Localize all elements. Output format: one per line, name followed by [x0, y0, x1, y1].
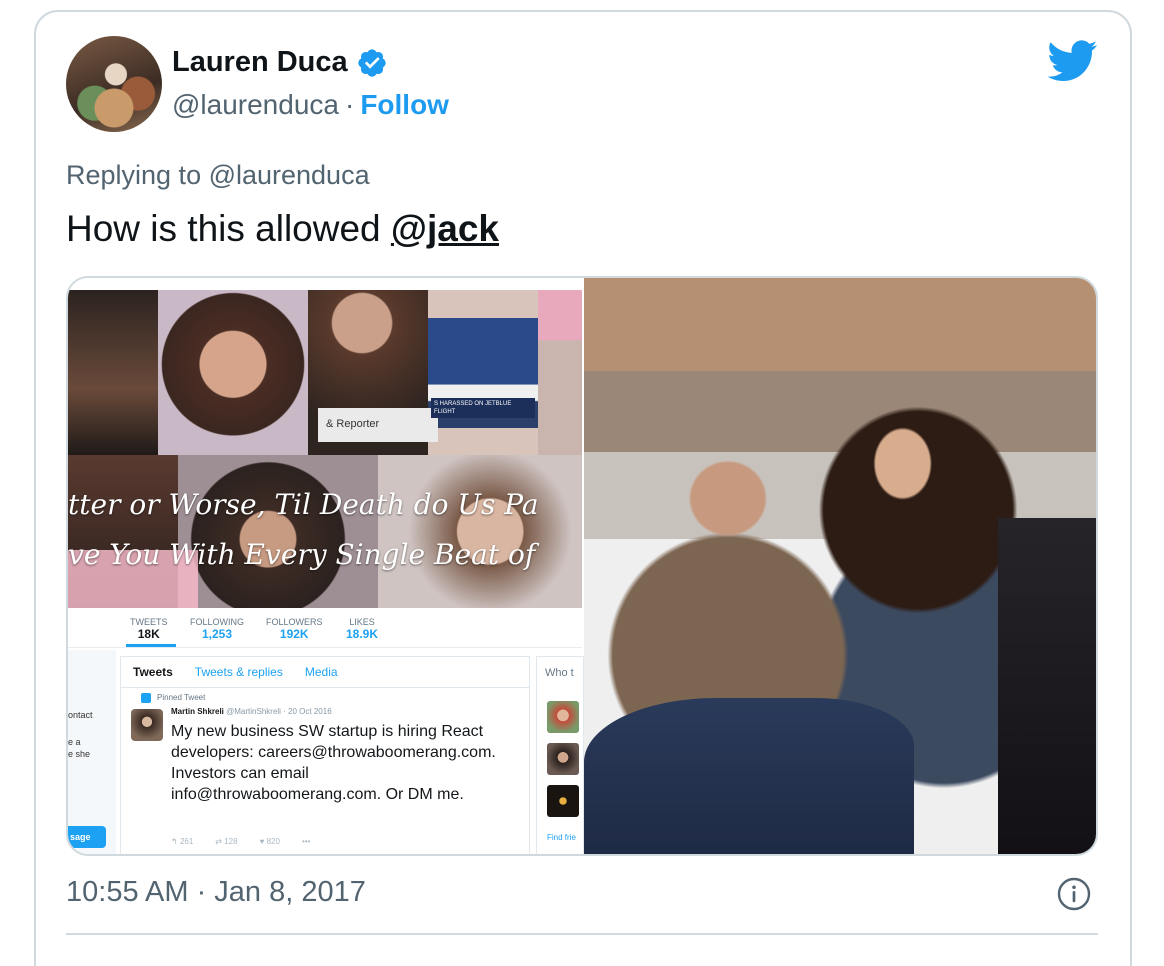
- reply-count-value: 261: [179, 837, 194, 846]
- stat-label: FOLLOWERS: [266, 617, 323, 627]
- stat-following: FOLLOWING 1,253: [190, 616, 244, 640]
- suggested-avatar: [547, 785, 579, 817]
- stat-followers: FOLLOWERS 192K: [266, 616, 323, 640]
- pinned-label: Pinned Tweet: [157, 693, 206, 702]
- banner-script-line-2: ve You With Every Single Beat of: [68, 538, 536, 571]
- stat-label: TWEETS: [130, 617, 168, 627]
- stat-active-underline: [126, 644, 176, 647]
- stat-value: 18.9K: [346, 627, 379, 641]
- author-handle-row: @laurenduca · Follow: [172, 89, 449, 121]
- pinned-author-name: Martin Shkreli: [171, 707, 224, 716]
- pinned-author-avatar: [131, 709, 163, 741]
- reply-count: ↰ 261: [171, 837, 194, 846]
- retweet-count: ⇄ 128: [215, 837, 238, 846]
- stat-value: 18K: [137, 627, 160, 641]
- banner-news-ticker: S HARASSED ON JETBLUE FLIGHT: [431, 398, 535, 418]
- info-icon[interactable]: [1056, 876, 1092, 912]
- author-handle[interactable]: @laurenduca: [172, 89, 339, 121]
- sidebar-bio-text: e a e she: [68, 737, 91, 759]
- pinned-tweet-actions: ↰ 261 ⇄ 128 ♥ 820 •••: [171, 837, 310, 846]
- pinned-author-meta: @MartinShkreli · 20 Oct 2016: [226, 707, 332, 716]
- author-name-row: Lauren Duca: [172, 46, 388, 79]
- pin-icon: [141, 693, 151, 703]
- stat-value: 192K: [279, 627, 309, 641]
- separator-dot: ·: [344, 89, 355, 120]
- suggested-avatar: [547, 743, 579, 775]
- photo-detail: [584, 698, 914, 854]
- footer-divider: [66, 933, 1098, 935]
- profile-sidebar: ontact e a e she sage: [68, 650, 116, 854]
- twitter-bird-icon[interactable]: [1048, 40, 1098, 82]
- banner-reporter-caption: & Reporter: [318, 408, 438, 442]
- like-count-value: 820: [266, 837, 280, 846]
- retweet-count-value: 128: [224, 837, 238, 846]
- photo-detail: [998, 518, 1096, 854]
- stat-likes: LIKES 18.9K: [346, 616, 378, 640]
- who-to-follow-label: Who t: [545, 667, 574, 679]
- banner-tile: [178, 455, 378, 608]
- author-avatar[interactable]: [66, 36, 162, 132]
- stat-tweets: TWEETS 18K: [130, 616, 168, 640]
- replying-to-text: Replying to @laurenduca: [66, 160, 370, 190]
- tab-tweets: Tweets: [133, 665, 173, 679]
- stat-value: 1,253: [201, 627, 233, 641]
- media-image-left[interactable]: & Reporter S HARASSED ON JETBLUE FLIGHT …: [68, 278, 584, 854]
- stat-label: LIKES: [349, 617, 375, 627]
- tab-media: Media: [304, 665, 338, 679]
- sidebar-contact-text: ontact: [68, 710, 93, 720]
- verified-badge-icon: [358, 48, 386, 77]
- pinned-tweet-text: My new business SW startup is hiring Rea…: [171, 723, 496, 803]
- stat-label: FOLLOWING: [190, 617, 245, 627]
- tweet-text: How is this allowed @jack: [66, 208, 499, 250]
- follow-button[interactable]: Follow: [360, 89, 449, 121]
- tweet-text-body: How is this allowed: [66, 208, 391, 249]
- timeline-tabs: Tweets Tweets & replies Media: [133, 665, 338, 679]
- author-name[interactable]: Lauren Duca: [172, 46, 348, 79]
- banner-tile: [158, 290, 308, 455]
- profile-banner: & Reporter S HARASSED ON JETBLUE FLIGHT …: [68, 290, 582, 608]
- who-to-follow-panel: Who t Find frie: [536, 656, 584, 854]
- tweet-timestamp[interactable]: 10:55 AM · Jan 8, 2017: [66, 876, 366, 909]
- pinned-author: Martin Shkreli @MartinShkreli · 20 Oct 2…: [171, 707, 332, 716]
- banner-tile: [378, 455, 582, 608]
- like-count: ♥ 820: [259, 837, 280, 846]
- find-friends-link: Find frie: [547, 833, 576, 842]
- more-icon: •••: [301, 837, 311, 846]
- mention-link[interactable]: @jack: [391, 208, 499, 249]
- tab-tweets-replies: Tweets & replies: [194, 665, 283, 679]
- sidebar-message-button: sage: [68, 826, 106, 848]
- profile-timeline: Tweets Tweets & replies Media Pinned Twe…: [120, 656, 530, 854]
- banner-tile: [68, 290, 158, 455]
- tweet-media[interactable]: & Reporter S HARASSED ON JETBLUE FLIGHT …: [66, 276, 1098, 856]
- suggested-avatar: [547, 701, 579, 733]
- tabs-divider: [121, 687, 529, 688]
- profile-stats: TWEETS 18K FOLLOWING 1,253 FOLLOWERS 192K L…: [68, 608, 582, 648]
- banner-script-line-1: tter or Worse, Til Death do Us Pa: [68, 488, 539, 521]
- banner-tile: [538, 290, 582, 455]
